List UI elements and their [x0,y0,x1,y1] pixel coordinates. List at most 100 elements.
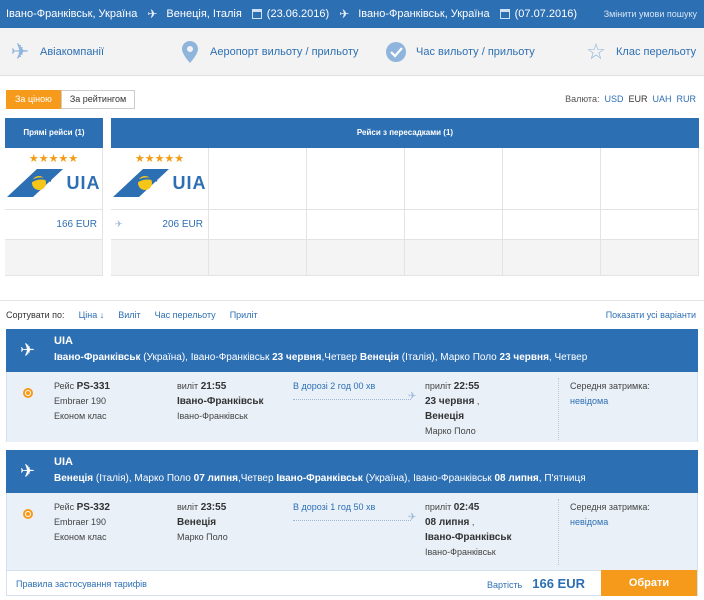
filter-airport[interactable]: Аеропорт вильоту / прильоту [178,28,358,76]
transfer-flights-grid: Рейси з пересадками (1) ★★★★★ UIA ✈ 206 … [111,118,699,276]
grid-empty-cell [209,148,307,210]
departure-time: 23:55 [200,502,227,513]
direct-flights-header: Прямі рейси (1) [5,118,103,148]
grid-empty-cell [405,148,503,210]
grid-empty-cell [601,240,699,276]
calendar-icon [499,9,510,19]
currency-usd[interactable]: USD [604,94,623,104]
cost-value: 166 EUR [532,576,585,591]
uia-tail-icon [112,169,169,197]
leg-route: Івано-Франківськ (Україна), Івано-Франкі… [54,352,588,363]
direct-price-cell[interactable]: 166 EUR [5,210,103,240]
tariff-rules-link[interactable]: Правила застосування тарифів [16,579,147,589]
sort-duration-link[interactable]: Час перельоту [155,310,216,320]
direct-airline-cell[interactable]: ★★★★★ UIA [5,148,103,210]
cabin-class: Економ клас [54,411,107,421]
uia-text: UIA [172,172,207,193]
delay-value: невідома [570,396,609,406]
sort-toggle: За ціною За рейтингом [6,90,136,109]
origin-text: Івано-Франківськ, Україна [6,8,138,20]
currency-eur[interactable]: EUR [628,94,647,104]
show-all-link[interactable]: Показати усі варіанти [606,310,696,320]
arrival-info: приліт 22:55 23 червня , Венеція Марко П… [425,379,479,439]
leg-header-outbound: ✈ UIA Івано-Франківськ (Україна), Івано-… [6,329,698,372]
delay-info: Середня затримка: невідома [570,379,650,409]
sort-by-price-button[interactable]: За ціною [6,90,61,109]
duration-info: В дорозі 1 год 50 хв [293,502,376,512]
divider [558,499,559,565]
grid-empty-cell [307,240,405,276]
flight-info: Рейс PS-331 Embraer 190 Економ клас [54,379,110,424]
cabin-class: Економ клас [54,532,107,542]
uia-logo: UIA [5,169,102,197]
arrival-airport: Івано-Франківськ [425,547,496,557]
transfer-flights-header: Рейси з пересадками (1) [111,118,699,148]
aircraft: Embraer 190 [54,517,107,527]
sort-price-link[interactable]: Ціна ↓ [79,310,105,320]
delay-value: невідома [570,517,609,527]
transfer-airline-cell[interactable]: ★★★★★ UIA [111,148,209,210]
filter-airlines[interactable]: ✈ Авіакомпанії [8,28,104,76]
departure-airport: Марко Поло [177,532,228,542]
flight-number: PS-332 [76,502,110,513]
departure-info: виліт 21:55 Івано-Франківськ Івано-Франк… [177,379,263,424]
plane-icon: ✈ [10,39,30,64]
date-back-text: (07.07.2016) [514,8,577,20]
total-cost: Вартість 166 EUR [487,576,585,591]
transfer-price-cell[interactable]: ✈ 206 EUR [111,210,209,240]
arrival-info: приліт 02:45 08 липня , Івано-Франківськ… [425,500,511,560]
sort-arrival-link[interactable]: Приліт [230,310,258,320]
flight-number: PS-331 [76,381,110,392]
plane-icon: ✈ [408,512,417,523]
grid-empty-cell [503,210,601,240]
map-pin-icon [178,40,202,64]
sort-by-rating-button[interactable]: За рейтингом [60,90,136,109]
grid-empty-cell [111,240,209,276]
currency-uah[interactable]: UAH [652,94,671,104]
departure-airport: Івано-Франківськ [177,411,248,421]
grid-empty-cell [209,240,307,276]
destination-text: Венеція, Італія [166,8,242,20]
grid-empty-cell [307,148,405,210]
divider [558,378,559,440]
departure-city: Івано-Франківськ [177,396,264,407]
search-summary-bar: Івано-Франківськ, Україна ✈ Венеція, Іта… [0,0,704,28]
change-search-link[interactable]: Змінити умови пошуку [604,9,697,19]
plane-icon: ✈ [20,461,36,481]
grid-empty-cell [503,240,601,276]
results-sort-bar: Сортувати по: Ціна ↓ Виліт Час перельоту… [0,300,704,328]
date-out-text: (23.06.2016) [266,8,330,20]
currency-label: Валюта: [565,94,600,104]
uia-tail-icon [6,169,63,197]
leg-airline: UIA [54,335,73,347]
grid-empty-cell [601,210,699,240]
grid-empty-cell [405,210,503,240]
direct-flights-grid: Прямі рейси (1) ★★★★★ UIA 166 EUR [5,118,103,276]
departure-info: виліт 23:55 Венеція Марко Поло [177,500,228,545]
departure-time: 21:55 [200,381,227,392]
duration-line [293,399,411,400]
leg-select-radio[interactable] [23,388,33,398]
uia-logo: UIA [111,169,208,197]
aircraft: Embraer 190 [54,396,107,406]
star-icon: ☆ [586,39,606,64]
arrival-airport: Марко Поло [425,426,476,436]
filter-time[interactable]: Час вильоту / прильоту [384,28,535,76]
grid-empty-cell [307,210,405,240]
leg-header-return: ✈ UIA Венеція (Італія), Марко Поло 07 ли… [6,450,698,493]
leg-details-outbound: Рейс PS-331 Embraer 190 Економ клас вилі… [6,372,698,442]
sort-label: Сортувати по: [6,309,65,320]
choose-button[interactable]: Обрати [601,570,697,596]
calendar-icon [251,9,262,19]
sort-departure-link[interactable]: Виліт [118,310,140,320]
duration-line [293,520,411,521]
filter-class[interactable]: ☆ Клас перельоту [584,28,696,76]
currency-selector: Валюта: USD EUR UAH RUR [560,94,696,104]
leg-select-radio[interactable] [23,509,33,519]
plane-icon: ✈ [115,219,123,229]
filters-bar: ✈ Авіакомпанії Аеропорт вильоту / прильо… [0,28,704,76]
departure-city: Венеція [177,517,217,528]
currency-rur[interactable]: RUR [677,94,697,104]
offer-footer: Правила застосування тарифів Вартість 16… [6,570,698,596]
cost-label: Вартість [487,580,523,590]
